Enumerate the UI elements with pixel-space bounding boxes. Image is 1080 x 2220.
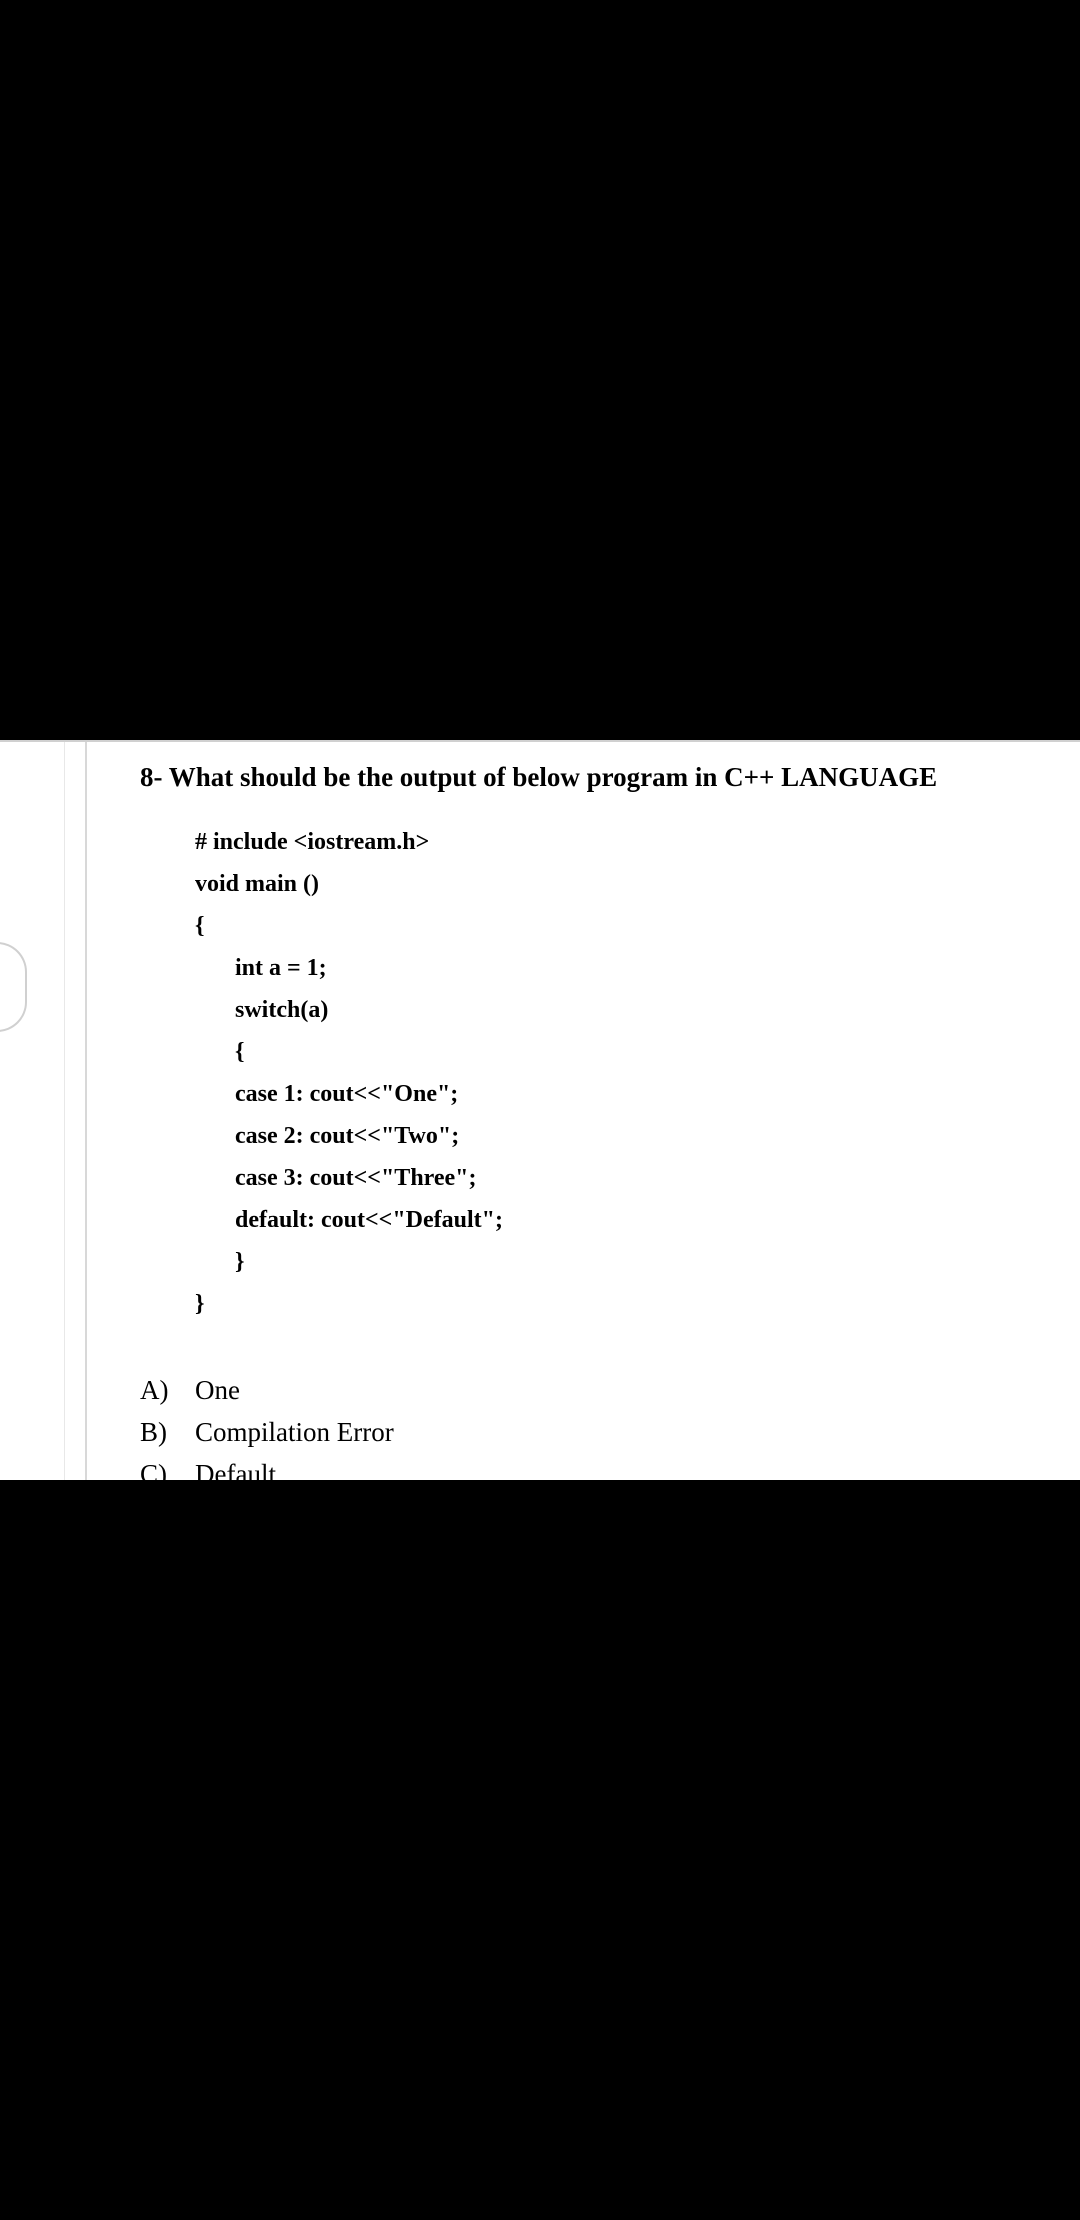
- content-panel: 8- What should be the output of below pr…: [0, 740, 1080, 1480]
- code-block: # include <iostream.h> void main () { in…: [195, 821, 1070, 1325]
- option-b[interactable]: B) Compilation Error: [140, 1412, 1070, 1454]
- separator-line: [85, 742, 87, 1480]
- left-sidebar: [0, 742, 65, 1480]
- option-c[interactable]: C) Default: [140, 1454, 1070, 1496]
- options-block: A) One B) Compilation Error C) Default D…: [140, 1370, 1070, 1537]
- code-line: {: [235, 1031, 1070, 1073]
- option-letter: A): [140, 1370, 195, 1412]
- option-text: Compilation Error: [195, 1412, 1070, 1454]
- code-line: {: [195, 905, 1070, 947]
- code-line: }: [235, 1241, 1070, 1283]
- option-letter: C): [140, 1454, 195, 1496]
- code-line: case 1: cout<<"One";: [235, 1073, 1070, 1115]
- option-d[interactable]: D) OneTwoThreeDefault: [140, 1496, 1070, 1538]
- option-letter: B): [140, 1412, 195, 1454]
- option-text: OneTwoThreeDefault: [195, 1496, 1070, 1538]
- code-line: default: cout<<"Default";: [235, 1199, 1070, 1241]
- option-text: Default: [195, 1454, 1070, 1496]
- code-line: # include <iostream.h>: [195, 821, 1070, 863]
- code-line: switch(a): [235, 989, 1070, 1031]
- code-line: int a = 1;: [235, 947, 1070, 989]
- code-line: case 3: cout<<"Three";: [235, 1157, 1070, 1199]
- code-line: }: [195, 1283, 1070, 1325]
- code-line: void main (): [195, 863, 1070, 905]
- question-title: 8- What should be the output of below pr…: [140, 762, 1070, 793]
- curved-tab[interactable]: [0, 942, 27, 1032]
- option-letter: D): [140, 1496, 195, 1538]
- main-content: 8- What should be the output of below pr…: [100, 742, 1080, 1557]
- option-a[interactable]: A) One: [140, 1370, 1070, 1412]
- option-text: One: [195, 1370, 1070, 1412]
- code-line: case 2: cout<<"Two";: [235, 1115, 1070, 1157]
